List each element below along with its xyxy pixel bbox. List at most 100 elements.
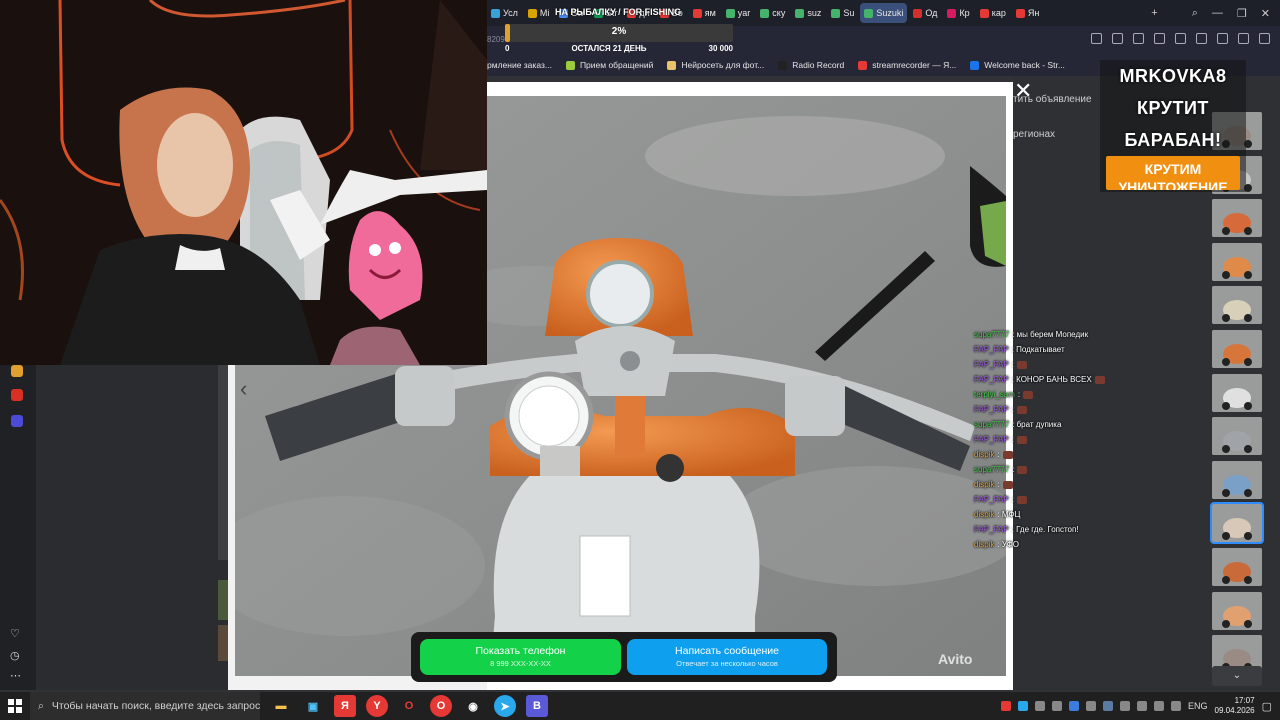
browser-tab[interactable]: suz — [791, 3, 825, 23]
bookmark-item[interactable]: Нейросеть для фот... — [667, 60, 764, 70]
taskbar-apps: ▬ ▣ Я Y O O ◉ ➤ B — [270, 695, 548, 717]
bookmark-item[interactable]: Прием обращений — [565, 60, 653, 70]
promo-button-cut-label: УНИЧТОЖЕНИЕ — [1118, 179, 1228, 190]
photo-thumbnail[interactable] — [1212, 199, 1262, 238]
chat-text: : — [997, 480, 1000, 489]
shield-icon[interactable] — [1133, 33, 1144, 44]
bookmark-item[interactable]: рмление заказ... — [487, 60, 552, 70]
opera-gx-icon[interactable]: O — [430, 695, 452, 717]
maximize-icon[interactable]: ❐ — [1237, 7, 1247, 20]
download-icon[interactable] — [1196, 33, 1207, 44]
heart-icon[interactable] — [1175, 33, 1186, 44]
tray-volume-icon[interactable] — [1171, 701, 1182, 711]
tab-favicon-icon — [795, 8, 805, 18]
chat-text: : КОНОР БАНЬ ВСЕХ — [1011, 375, 1092, 384]
clock-time: 17:07 — [1234, 696, 1255, 705]
browser-tab[interactable]: кар — [976, 3, 1010, 23]
chat-emote-icon — [1094, 375, 1105, 384]
yandex-icon[interactable]: Я — [334, 695, 356, 717]
file-explorer-icon[interactable]: ▬ — [270, 695, 292, 717]
photo-thumbnail[interactable] — [1212, 547, 1262, 586]
language-indicator[interactable]: ENG — [1188, 701, 1208, 711]
heart-icon[interactable]: ♡ — [10, 627, 20, 640]
sidebar-app-icon[interactable] — [11, 415, 23, 427]
photo-thumbnail[interactable] — [1212, 417, 1262, 456]
more-icon[interactable]: ⋯ — [10, 669, 21, 682]
sidebar-app-icon[interactable] — [11, 365, 23, 377]
browser-tab[interactable]: Кр — [943, 3, 973, 23]
thumbnail-image — [1212, 286, 1262, 325]
tray-telegram-icon[interactable] — [1018, 701, 1029, 711]
thumbnail-image — [1212, 242, 1262, 281]
bookmark-item[interactable]: streamrecorder — Я... — [858, 60, 956, 70]
tray-network-icon[interactable] — [1154, 701, 1165, 711]
menu-icon[interactable] — [1217, 33, 1228, 44]
photo-thumbnail[interactable] — [1212, 373, 1262, 412]
browser-tab[interactable]: Suzuki — [860, 3, 908, 23]
photo-thumbnail[interactable] — [1212, 329, 1262, 368]
clock-icon[interactable]: ◷ — [10, 649, 20, 662]
tray-battery-icon[interactable] — [1137, 701, 1148, 711]
store-icon[interactable]: ▣ — [302, 695, 324, 717]
promo-line-1: MRKOVKA8 — [1119, 66, 1227, 86]
photo-thumbnail[interactable] — [1212, 591, 1262, 630]
fishing-goal-max: 30 000 — [708, 44, 733, 53]
sidebar-app-icon[interactable] — [11, 389, 23, 401]
browser-tab[interactable]: Su — [827, 3, 858, 23]
browser-tab[interactable]: ску — [756, 3, 789, 23]
tray-yandex-icon[interactable] — [1001, 701, 1012, 711]
write-message-button[interactable]: Написать сообщение Отвечает за несколько… — [627, 639, 827, 675]
obs-icon[interactable]: ◉ — [462, 695, 484, 717]
tray-app-icon[interactable] — [1052, 701, 1063, 711]
browser-tab[interactable]: Од — [909, 3, 941, 23]
extensions-icon[interactable] — [1259, 33, 1270, 44]
chat-username: dispik — [974, 480, 995, 489]
photo-thumbnail[interactable] — [1212, 242, 1262, 281]
chat-message: supa7777: — [974, 462, 1174, 477]
streamer-webcam — [0, 0, 487, 365]
chat-username: terplyi_sam — [974, 390, 1015, 399]
telegram-icon[interactable]: ➤ — [494, 695, 516, 717]
taskbar-search-placeholder: Чтобы начать поиск, введите здесь запрос — [51, 700, 260, 712]
search-icon[interactable]: ⌕ — [1192, 7, 1198, 20]
tray-bluetooth-icon[interactable] — [1069, 701, 1080, 711]
photo-thumbnail[interactable] — [1212, 286, 1262, 325]
yandex-browser-icon[interactable]: Y — [366, 695, 388, 717]
bookmark-item[interactable]: Radio Record — [778, 60, 844, 70]
clock-date: 09.04.2026 — [1214, 706, 1255, 715]
browser-tab[interactable]: Ян — [1012, 3, 1043, 23]
show-phone-button[interactable]: Показать телефон 8 999 XXX-XX-XX — [420, 639, 621, 675]
photo-thumbnail[interactable] — [1210, 502, 1264, 545]
chat-username: FAP_FAP — [974, 345, 1009, 354]
tray-app-icon[interactable] — [1035, 701, 1046, 711]
new-tab-icon[interactable]: + — [1151, 7, 1157, 20]
bookmark-item[interactable]: Welcome back - Str... — [970, 60, 1065, 70]
modal-close-icon[interactable]: ✕ — [1014, 80, 1032, 102]
chat-username: supa7777 — [974, 465, 1010, 474]
edit-icon[interactable] — [1091, 33, 1102, 44]
chat-username: dispik — [974, 510, 995, 519]
thumbs-scroll-down-icon[interactable]: ⌄ — [1212, 666, 1262, 686]
profile-icon[interactable] — [1238, 33, 1249, 44]
vk-icon[interactable]: B — [526, 695, 548, 717]
prev-photo-icon[interactable]: ‹ — [240, 376, 247, 402]
bookmark-favicon-icon — [970, 60, 980, 70]
tray-steam-icon[interactable] — [1103, 701, 1114, 711]
notifications-icon[interactable]: ▢ — [1262, 700, 1272, 713]
taskbar-search[interactable]: ⌕ Чтобы начать поиск, введите здесь запр… — [30, 692, 260, 720]
close-window-icon[interactable]: ✕ — [1261, 7, 1270, 20]
tray-app-icon[interactable] — [1120, 701, 1131, 711]
opera-icon[interactable]: O — [398, 695, 420, 717]
stream-chat-overlay: supa7777: мы берем Мопедик FAP_FAP: Подка… — [974, 327, 1174, 552]
bookmark-favicon-icon — [565, 60, 575, 70]
search-icon: ⌕ — [38, 699, 44, 712]
play-icon[interactable] — [1154, 33, 1165, 44]
bookmark-favicon-icon — [667, 60, 677, 70]
taskbar-clock[interactable]: 17:07 09.04.2026 — [1215, 696, 1255, 716]
photo-thumbnail[interactable] — [1212, 460, 1262, 499]
chat-emote-icon — [1002, 480, 1013, 489]
start-button[interactable] — [0, 692, 30, 720]
minimize-icon[interactable]: — — [1212, 7, 1223, 20]
camera-icon[interactable] — [1112, 33, 1123, 44]
tray-app-icon[interactable] — [1086, 701, 1097, 711]
